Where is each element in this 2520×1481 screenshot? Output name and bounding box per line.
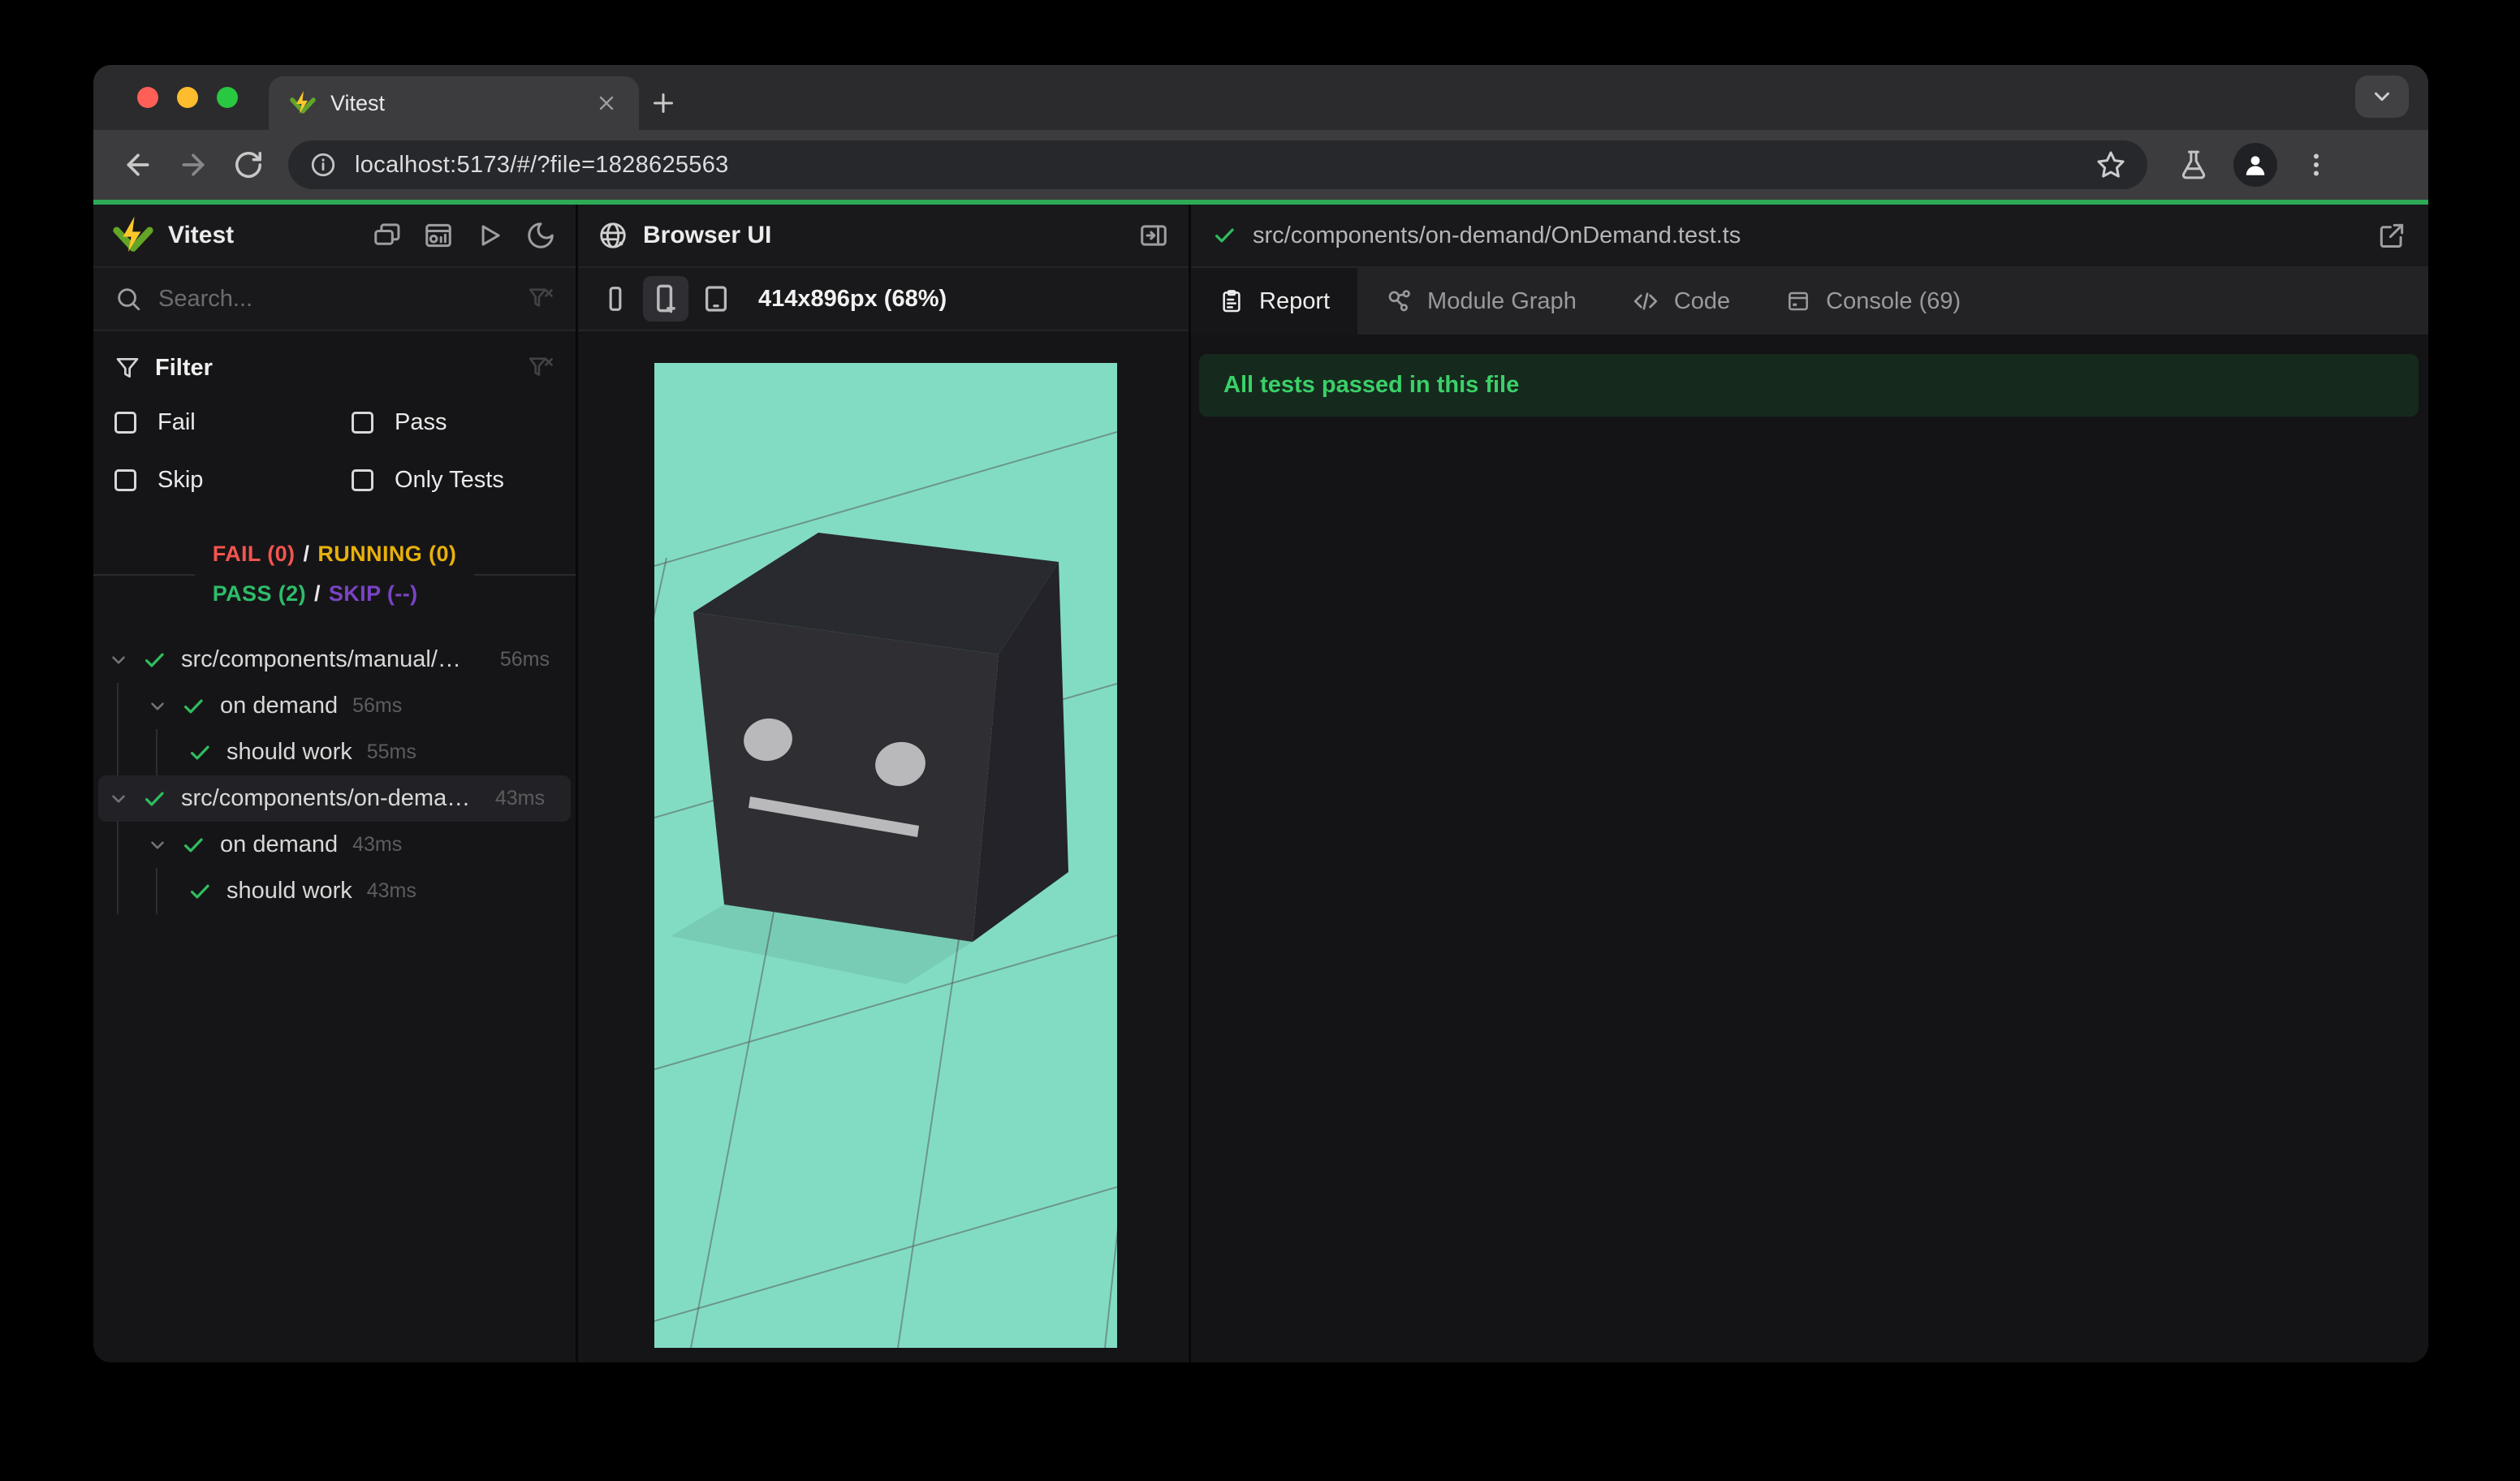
filter-funnel-icon <box>114 355 140 381</box>
tree-test-row[interactable]: should work 43ms <box>93 868 576 914</box>
checkbox-box[interactable] <box>352 469 373 491</box>
fail-count: FAIL (0) <box>212 542 296 566</box>
collapse-windows-icon[interactable] <box>372 220 403 251</box>
all-tests-passed-banner: All tests passed in this file <box>1199 354 2419 417</box>
pass-check-icon <box>188 879 212 904</box>
clipboard-icon <box>1219 288 1245 314</box>
tree-file-row-selected[interactable]: src/components/on-dema… 43ms <box>98 775 571 822</box>
filter-checkbox-pass[interactable]: Pass <box>352 409 554 436</box>
vitest-sidebar: Vitest Search... Filter Fail Pass Skip O… <box>93 205 578 1362</box>
code-icon <box>1632 287 1659 315</box>
traffic-lights <box>93 65 269 130</box>
skip-count: SKIP (--) <box>328 581 418 606</box>
tree-test-row[interactable]: should work 55ms <box>93 729 576 775</box>
forward-button[interactable] <box>170 141 217 188</box>
tree-suite-row[interactable]: on demand 43ms <box>93 822 576 868</box>
site-info-icon[interactable] <box>309 151 337 179</box>
maximize-window-button[interactable] <box>217 87 238 108</box>
browser-window: Vitest localhost:5173/#/?file=1828625563 <box>93 65 2428 1362</box>
report-panel: src/components/on-demand/OnDemand.test.t… <box>1191 205 2428 1362</box>
run-all-play-icon[interactable] <box>474 220 505 251</box>
tree-file-row[interactable]: src/components/manual/… 56ms <box>93 637 576 683</box>
filter-section: Filter Fail Pass Skip Only Tests <box>93 331 576 520</box>
back-button[interactable] <box>114 141 162 188</box>
cube-front-face <box>693 612 999 942</box>
search-input[interactable] <box>158 285 511 313</box>
browser-ui-header: Browser UI <box>578 205 1189 268</box>
url-text[interactable]: localhost:5173/#/?file=1828625563 <box>355 152 2078 179</box>
device-phone-small-button[interactable] <box>593 276 638 322</box>
browser-ui-title: Browser UI <box>643 222 772 248</box>
file-header: src/components/on-demand/OnDemand.test.t… <box>1191 205 2428 268</box>
test-file-tree: src/components/manual/… 56ms on demand 5… <box>93 637 576 914</box>
pass-check-icon <box>142 648 166 672</box>
dock-panel-right-icon[interactable] <box>1138 220 1169 251</box>
reload-button[interactable] <box>225 141 272 188</box>
browser-tab[interactable]: Vitest <box>269 76 639 130</box>
checkbox-box[interactable] <box>352 412 373 434</box>
tree-suite-row[interactable]: on demand 56ms <box>93 683 576 729</box>
tab-console[interactable]: Console (69) <box>1758 268 1988 335</box>
test-file-path: src/components/on-demand/OnDemand.test.t… <box>1253 222 1741 248</box>
browser-toolbar: localhost:5173/#/?file=1828625563 <box>93 130 2428 200</box>
vitest-favicon-icon <box>290 90 316 116</box>
dark-mode-moon-icon[interactable] <box>525 220 556 251</box>
browser-ui-panel: Browser UI 414x896px (68%) <box>578 205 1191 1362</box>
filter-checkbox-skip[interactable]: Skip <box>114 467 352 494</box>
chevron-down-icon[interactable] <box>147 696 168 717</box>
pass-check-icon <box>1212 223 1236 248</box>
vitest-logo-icon <box>113 215 153 256</box>
test-iframe-viewport[interactable] <box>654 363 1117 1348</box>
chevron-down-icon[interactable] <box>147 835 168 856</box>
test-status-summary: FAIL (0) / RUNNING (0) PASS (2) / SKIP (--) <box>93 533 576 615</box>
tab-search-button[interactable] <box>2355 76 2409 118</box>
search-icon <box>114 285 142 313</box>
report-tab-bar: Report Module Graph Code Console (69) <box>1191 268 2428 335</box>
clear-filter-icon[interactable] <box>527 354 554 382</box>
experiments-flask-icon[interactable] <box>2178 149 2209 180</box>
tab-strip: Vitest <box>93 65 2428 130</box>
sidebar-header: Vitest <box>93 205 576 268</box>
pass-check-icon <box>142 787 166 811</box>
console-icon <box>1785 288 1811 314</box>
open-external-icon[interactable] <box>2376 220 2407 251</box>
close-tab-icon[interactable] <box>595 92 618 114</box>
filter-title: Filter <box>155 354 213 381</box>
new-tab-button[interactable] <box>639 76 688 130</box>
viewport-size-label: 414x896px (68%) <box>758 285 947 312</box>
running-count: RUNNING (0) <box>317 542 457 566</box>
pass-count: PASS (2) <box>212 581 306 606</box>
bookmark-star-icon[interactable] <box>2095 149 2126 180</box>
pass-check-icon <box>181 694 205 719</box>
search-row <box>93 268 576 331</box>
chevron-down-icon[interactable] <box>108 650 129 671</box>
viewport-area <box>578 331 1189 1362</box>
tab-module-graph[interactable]: Module Graph <box>1357 268 1604 335</box>
checkbox-box[interactable] <box>114 412 136 434</box>
tab-report[interactable]: Report <box>1191 268 1358 335</box>
menu-dots-icon[interactable] <box>2302 150 2331 179</box>
tab-title: Vitest <box>330 90 386 115</box>
viewport-toolbar: 414x896px (68%) <box>578 268 1189 331</box>
device-phone-plus-button[interactable] <box>643 276 688 322</box>
pass-check-icon <box>188 740 212 765</box>
close-window-button[interactable] <box>137 87 158 108</box>
tab-code[interactable]: Code <box>1604 268 1758 335</box>
minimize-window-button[interactable] <box>177 87 198 108</box>
checkbox-box[interactable] <box>114 469 136 491</box>
profile-avatar[interactable] <box>2233 143 2277 187</box>
address-bar[interactable]: localhost:5173/#/?file=1828625563 <box>288 140 2147 189</box>
filter-checkbox-fail[interactable]: Fail <box>114 409 352 436</box>
pass-check-icon <box>181 833 205 857</box>
chevron-down-icon[interactable] <box>108 788 129 810</box>
globe-icon <box>598 220 628 251</box>
module-graph-icon <box>1385 287 1413 315</box>
dashboard-icon[interactable] <box>423 220 454 251</box>
clear-search-filter-icon[interactable] <box>527 285 554 313</box>
device-tablet-button[interactable] <box>693 276 739 322</box>
filter-checkbox-only-tests[interactable]: Only Tests <box>352 467 554 494</box>
sidebar-title: Vitest <box>168 222 235 248</box>
toolbar-right-icons <box>2178 143 2331 187</box>
